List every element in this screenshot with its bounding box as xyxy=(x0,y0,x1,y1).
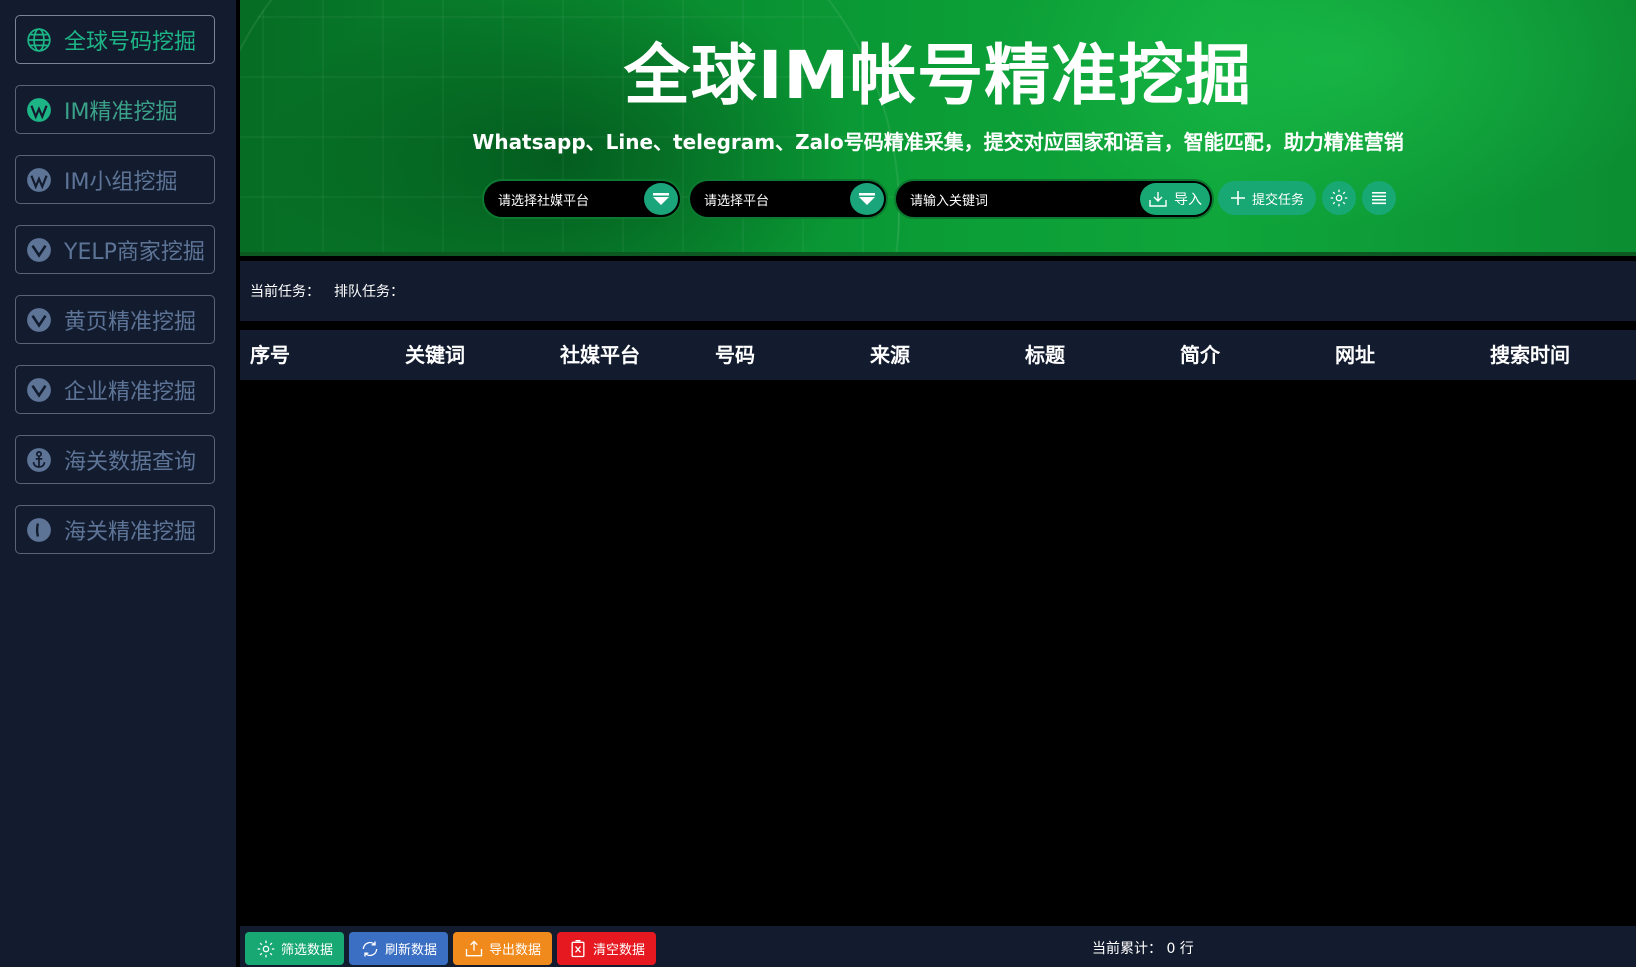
keyword-input-placeholder: 请输入关键词 xyxy=(910,193,989,209)
column-header[interactable]: 网址 xyxy=(1335,330,1375,380)
gear-icon xyxy=(257,940,275,957)
import-button-label: 导入 xyxy=(1174,192,1202,208)
globe-icon xyxy=(26,27,52,53)
platform-select[interactable]: 请选择平台 xyxy=(688,179,888,219)
list-icon xyxy=(1372,192,1386,205)
sidebar-item-label: 全球号码挖掘 xyxy=(64,29,197,55)
yelp-icon xyxy=(26,237,52,263)
yelp-icon xyxy=(26,307,52,333)
total-count-text: 当前累计： 0 行 xyxy=(1092,941,1194,957)
import-icon xyxy=(1149,192,1167,207)
refresh-icon xyxy=(362,941,378,956)
sidebar: 全球号码挖掘 IM精准挖掘 IM小组挖掘 YELP商家挖掘 黄页精准挖掘 企业精… xyxy=(0,0,236,967)
anchor-icon xyxy=(26,447,52,473)
current-task-label: 当前任务： xyxy=(250,284,320,300)
column-header[interactable]: 简介 xyxy=(1180,330,1220,380)
page-title: 全球IM帐号精准挖掘 xyxy=(623,37,1253,114)
trash-icon xyxy=(571,939,585,957)
sidebar-item-yelp-mining[interactable]: YELP商家挖掘 xyxy=(15,225,215,274)
column-header[interactable]: 来源 xyxy=(870,330,910,380)
header-banner: 全球IM帐号精准挖掘 Whatsapp、Line、telegram、Zalo号码… xyxy=(240,0,1636,256)
social-platform-select-placeholder: 请选择社媒平台 xyxy=(498,193,590,209)
social-platform-select[interactable]: 请选择社媒平台 xyxy=(482,179,682,219)
list-button[interactable] xyxy=(1362,181,1396,215)
wordpress-icon xyxy=(26,97,52,123)
column-header[interactable]: 标题 xyxy=(1025,330,1065,380)
refresh-data-label: 刷新数据 xyxy=(384,943,437,958)
sidebar-item-label: IM精准挖掘 xyxy=(64,99,178,125)
banner-divider xyxy=(240,252,1636,256)
sidebar-item-label: IM小组挖掘 xyxy=(64,169,178,195)
import-button[interactable]: 导入 xyxy=(1140,183,1210,215)
refresh-data-button[interactable]: 刷新数据 xyxy=(349,932,448,965)
column-header[interactable]: 搜索时间 xyxy=(1490,330,1570,380)
submit-task-button[interactable]: 提交任务 xyxy=(1218,181,1316,215)
export-data-label: 导出数据 xyxy=(488,943,541,958)
clear-data-label: 清空数据 xyxy=(592,943,645,958)
filter-data-button[interactable]: 筛选数据 xyxy=(245,932,344,965)
yelp-icon xyxy=(26,377,52,403)
wordpress-icon xyxy=(26,167,52,193)
task-status-bar: 当前任务： 排队任务： xyxy=(240,261,1636,321)
sidebar-item-label: 黄页精准挖掘 xyxy=(64,309,197,335)
plus-icon xyxy=(1230,191,1245,205)
page-subtitle: Whatsapp、Line、telegram、Zalo号码精准采集，提交对应国家… xyxy=(472,130,1404,154)
column-header[interactable]: 序号 xyxy=(250,330,290,380)
sidebar-item-customs-precise-mining[interactable]: 海关精准挖掘 xyxy=(15,505,215,554)
export-data-button[interactable]: 导出数据 xyxy=(453,932,552,965)
column-header[interactable]: 号码 xyxy=(715,330,755,380)
submit-task-label: 提交任务 xyxy=(1251,192,1304,208)
sidebar-item-label: YELP商家挖掘 xyxy=(64,239,205,265)
column-header[interactable]: 社媒平台 xyxy=(560,330,640,380)
sidebar-item-enterprise-mining[interactable]: 企业精准挖掘 xyxy=(15,365,215,414)
clear-data-button[interactable]: 清空数据 xyxy=(557,932,656,965)
sidebar-item-customs-data-query[interactable]: 海关数据查询 xyxy=(15,435,215,484)
pinterest-icon xyxy=(26,517,52,543)
bottom-toolbar: 筛选数据 刷新数据 导出数据 清空数据 当前累计： 0 行 xyxy=(240,926,1636,967)
sidebar-item-im-group-mining[interactable]: IM小组挖掘 xyxy=(15,155,215,204)
sidebar-item-im-precise-mining[interactable]: IM精准挖掘 xyxy=(15,85,215,134)
table-header: 序号 关键词 社媒平台 号码 来源 标题 简介 网址 搜索时间 xyxy=(240,330,1636,380)
chevron-down-icon[interactable] xyxy=(850,183,884,215)
table-body[interactable] xyxy=(240,380,1636,924)
platform-select-placeholder: 请选择平台 xyxy=(704,193,770,209)
sidebar-item-yellow-pages-mining[interactable]: 黄页精准挖掘 xyxy=(15,295,215,344)
column-header[interactable]: 关键词 xyxy=(405,330,465,380)
queue-task-label: 排队任务： xyxy=(334,284,404,300)
sidebar-item-label: 海关精准挖掘 xyxy=(64,519,197,545)
sidebar-item-label: 海关数据查询 xyxy=(64,449,197,475)
export-icon xyxy=(465,940,483,956)
keyword-input[interactable]: 请输入关键词 导入 xyxy=(894,179,1214,219)
settings-button[interactable] xyxy=(1322,181,1356,215)
sidebar-item-global-number-mining[interactable]: 全球号码挖掘 xyxy=(15,15,215,64)
sidebar-item-label: 企业精准挖掘 xyxy=(64,379,197,405)
filter-data-label: 筛选数据 xyxy=(280,943,333,958)
gear-icon xyxy=(1330,189,1348,207)
chevron-down-icon[interactable] xyxy=(644,183,678,215)
